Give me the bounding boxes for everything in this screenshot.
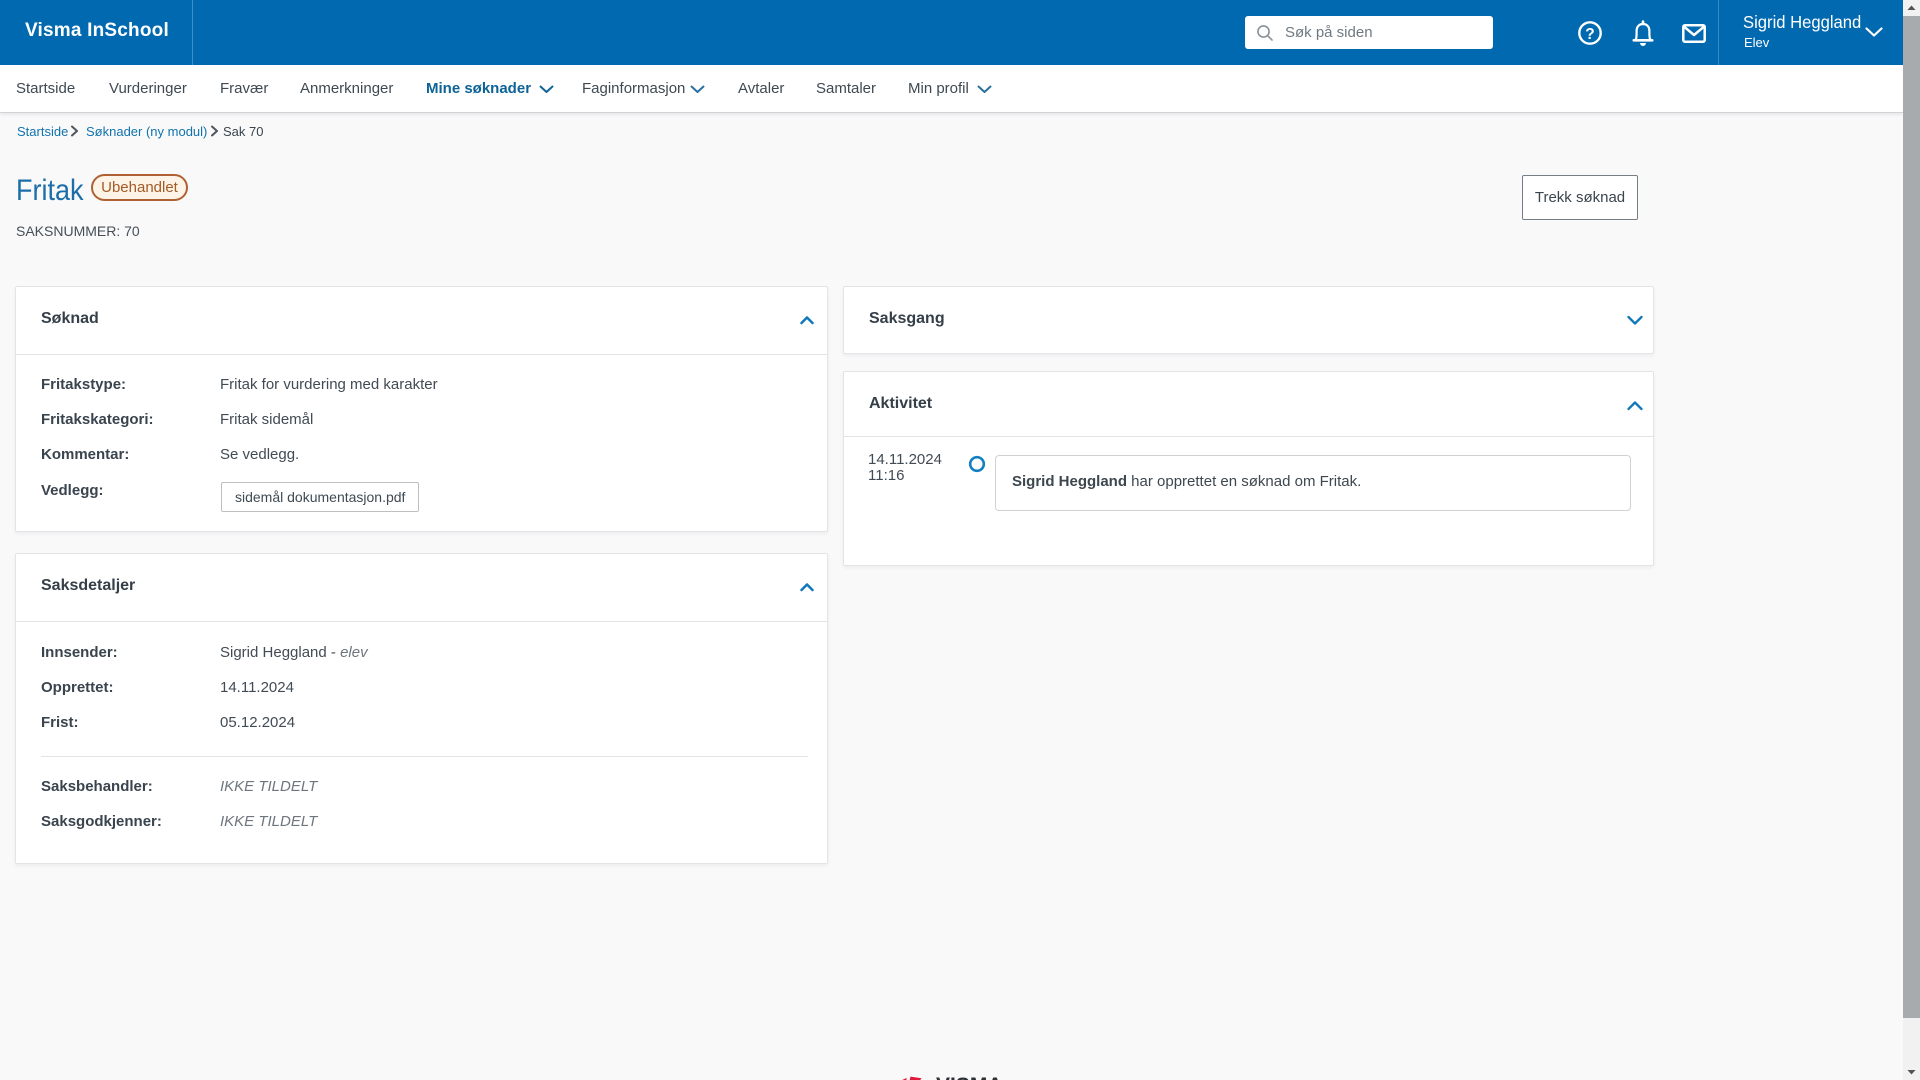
svg-text:?: ? xyxy=(1585,26,1594,43)
svg-text:VISMA: VISMA xyxy=(936,1076,1003,1080)
